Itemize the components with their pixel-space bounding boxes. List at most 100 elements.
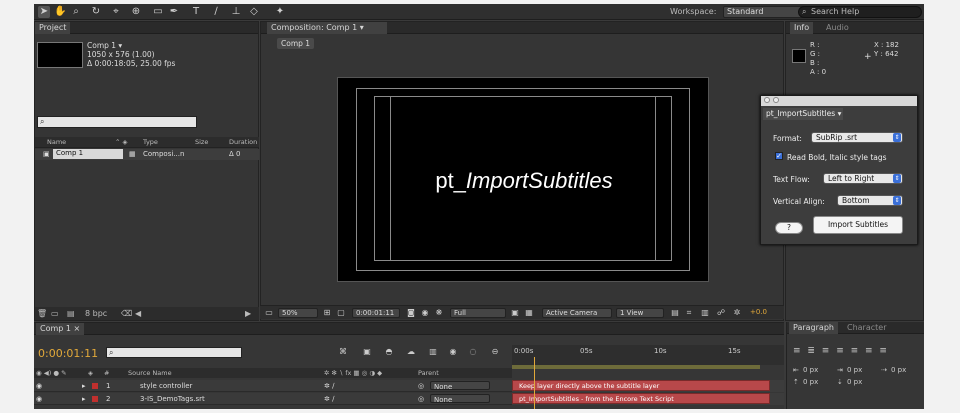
tab-info[interactable]: Info xyxy=(790,22,814,34)
col-size[interactable]: Size xyxy=(195,138,208,146)
view-layout-select[interactable]: 1 View xyxy=(616,308,664,318)
expand-icon[interactable]: ▸ xyxy=(82,382,86,390)
layer-name[interactable]: style controller xyxy=(140,382,192,390)
fast-preview-icon[interactable]: ⌗ xyxy=(684,308,694,318)
tab-character[interactable]: Character xyxy=(843,322,891,334)
visibility-icon[interactable]: ◉ xyxy=(36,382,42,390)
region-of-interest-icon[interactable]: ▣ xyxy=(510,308,520,318)
timecode-field[interactable]: 0:00:01:11 xyxy=(352,308,400,318)
hide-shy-icon[interactable]: ☁ xyxy=(406,347,416,357)
selection-tool-icon[interactable]: ➤ xyxy=(38,6,50,18)
help-button[interactable]: ? xyxy=(775,222,803,234)
layer-bar[interactable]: pt_ImportSubtitles - from the Encore Tex… xyxy=(512,393,770,404)
toggle-pixel-icon[interactable]: ▤ xyxy=(670,308,680,318)
tab-audio[interactable]: Audio xyxy=(822,22,853,34)
breadcrumb[interactable]: Comp 1 xyxy=(277,38,315,49)
col-type[interactable]: Type xyxy=(143,138,158,146)
time-ruler[interactable]: 0:00s 05s 10s 15s xyxy=(512,345,784,365)
always-preview-icon[interactable]: ▭ xyxy=(264,308,274,318)
graph-editor-icon[interactable]: ◌ xyxy=(468,347,478,357)
pickwhip-icon[interactable]: ◎ xyxy=(418,382,424,390)
show-snapshot-icon[interactable]: ◉ xyxy=(420,308,430,318)
timeline-search-input[interactable]: ⌕ xyxy=(106,347,242,358)
timeline-icon[interactable]: ▥ xyxy=(700,308,710,318)
layer-switches-icon[interactable]: ✲ ∕ xyxy=(324,382,334,390)
sort-icon[interactable]: ⌃ ◈ xyxy=(115,138,128,146)
frame-blending-icon[interactable]: ▥ xyxy=(428,347,438,357)
layer-name[interactable]: 3-IS_DemoTags.srt xyxy=(140,395,205,403)
list-item[interactable]: ▣ Comp 1 ▦ Composi...n Δ 0 xyxy=(35,149,259,160)
trash-icon[interactable]: 🗑 xyxy=(37,309,47,318)
clone-stamp-tool-icon[interactable]: ⊥ xyxy=(230,6,242,18)
bpc-label[interactable]: 8 bpc xyxy=(85,309,107,318)
eraser-tool-icon[interactable]: ◇ xyxy=(248,6,260,18)
puppet-tool-icon[interactable]: ✦ xyxy=(274,6,286,18)
reset-exposure-icon[interactable]: ✲ xyxy=(732,308,742,318)
transparency-grid-icon[interactable]: ▦ xyxy=(524,308,534,318)
exposure-value[interactable]: +0.0 xyxy=(750,308,767,316)
tab-project[interactable]: Project xyxy=(35,22,71,34)
space-before-value[interactable]: 0 px xyxy=(803,378,818,386)
comp-mini-flowchart-icon[interactable]: ⌘ xyxy=(338,347,348,357)
format-select[interactable]: SubRip .srt ⇕ xyxy=(811,132,903,143)
align-buttons-icon[interactable]: ≡ ≣ ≡ ≡ ≡ ≡ ≡ xyxy=(793,346,889,356)
pan-behind-tool-icon[interactable]: ⊕ xyxy=(130,6,142,18)
composition-viewer[interactable]: pt_ ImportSubtitles xyxy=(337,77,709,282)
close-window-icon[interactable] xyxy=(764,97,770,103)
tab-composition[interactable]: Composition: Comp 1 ▾ xyxy=(267,22,387,34)
layer-bar[interactable]: Keep layer directly above the subtitle l… xyxy=(512,380,770,391)
indent-right-value[interactable]: 0 px xyxy=(847,366,862,374)
snapshot-icon[interactable]: ◙ xyxy=(406,308,416,318)
mask-visibility-icon[interactable]: ▢ xyxy=(336,308,346,318)
col-name[interactable]: Name xyxy=(47,138,66,146)
timeline-current-time[interactable]: 0:00:01:11 xyxy=(38,347,98,360)
first-line-value[interactable]: 0 px xyxy=(891,366,906,374)
layer-switches-icon[interactable]: ✲ ∕ xyxy=(324,395,334,403)
grid-icon[interactable]: ⊞ xyxy=(322,308,332,318)
hand-tool-icon[interactable]: ✋ xyxy=(54,6,66,18)
flowchart-icon[interactable]: ☍ xyxy=(716,308,726,318)
bold-italic-checkbox[interactable]: ✓ xyxy=(775,152,783,160)
valign-select[interactable]: Bottom ⇕ xyxy=(837,195,903,206)
motion-blur-icon[interactable]: ◉ xyxy=(448,347,458,357)
table-row[interactable]: ◉ ▸ 2 3-IS_DemoTags.srt ✲ ∕ ◎ None xyxy=(34,393,512,405)
rotate-tool-icon[interactable]: ↻ xyxy=(90,6,102,18)
type-tool-icon[interactable]: T xyxy=(190,6,202,18)
label-color[interactable] xyxy=(92,396,98,402)
col-source-name[interactable]: Source Name xyxy=(128,369,172,377)
delete-icon[interactable]: ⌫ xyxy=(121,309,132,318)
col-parent[interactable]: Parent xyxy=(418,369,439,377)
parent-select[interactable]: None xyxy=(430,381,490,391)
pen-tool-icon[interactable]: ✒ xyxy=(168,6,180,18)
new-comp-icon[interactable]: ▤ xyxy=(67,309,75,318)
camera-select[interactable]: Active Camera xyxy=(542,308,612,318)
comp-name[interactable]: Comp 1 ▾ xyxy=(87,41,175,50)
channel-icon[interactable]: ❋ xyxy=(434,308,444,318)
brush-tool-icon[interactable]: ∕ xyxy=(210,6,222,18)
folder-icon[interactable]: ▭ xyxy=(51,309,59,318)
import-subtitles-button[interactable]: Import Subtitles xyxy=(813,216,903,234)
textflow-select[interactable]: Left to Right ⇕ xyxy=(823,173,903,184)
auto-keyframe-icon[interactable]: ⊖ xyxy=(490,347,500,357)
left-arrow-icon[interactable]: ◀ xyxy=(135,309,141,318)
pickwhip-icon[interactable]: ◎ xyxy=(418,395,424,403)
mask-tool-icon[interactable]: ▭ xyxy=(152,6,164,18)
tab-timeline-comp[interactable]: Comp 1 × xyxy=(36,323,85,335)
parent-select[interactable]: None xyxy=(430,394,490,404)
draft-3d-icon[interactable]: ◓ xyxy=(384,347,394,357)
live-update-icon[interactable]: ▣ xyxy=(362,347,372,357)
resolution-select[interactable]: Full xyxy=(450,308,506,318)
project-search-input[interactable]: ⌕ xyxy=(37,116,197,128)
current-time-indicator[interactable] xyxy=(534,357,535,409)
zoom-tool-icon[interactable]: ⌕ xyxy=(70,6,82,18)
camera-tool-icon[interactable]: ⌖ xyxy=(110,6,122,18)
table-row[interactable]: ◉ ▸ 1 style controller ✲ ∕ ◎ None xyxy=(34,380,512,392)
expand-icon[interactable]: ▸ xyxy=(82,395,86,403)
minimize-window-icon[interactable] xyxy=(773,97,779,103)
label-color[interactable] xyxy=(92,383,98,389)
zoom-select[interactable]: 50% xyxy=(278,308,318,318)
indent-left-value[interactable]: 0 px xyxy=(803,366,818,374)
search-help-input[interactable]: ⌕ Search Help xyxy=(798,6,922,18)
right-arrow-icon[interactable]: ▶ xyxy=(245,309,251,318)
col-duration[interactable]: Duration xyxy=(229,138,257,146)
